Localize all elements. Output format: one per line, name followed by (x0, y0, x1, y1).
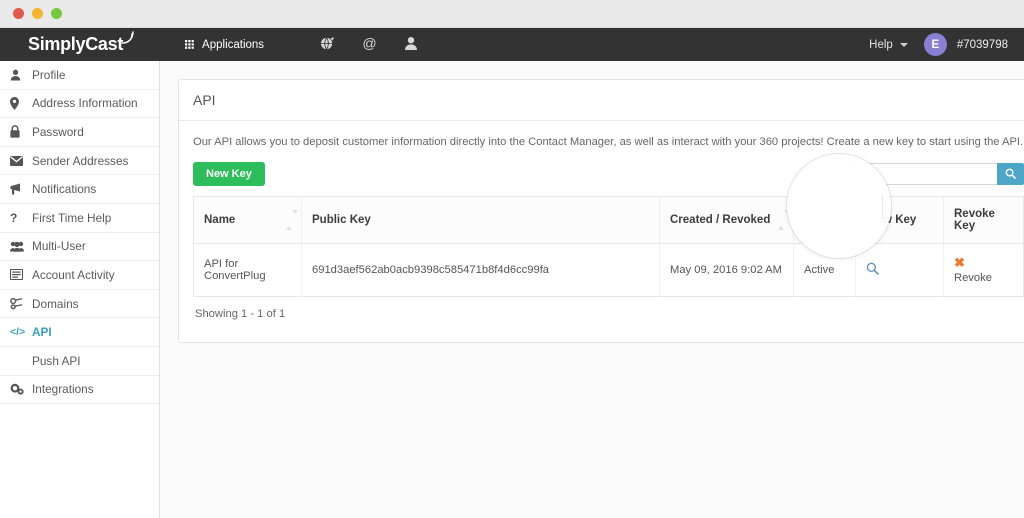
column-label: View Key (866, 213, 917, 226)
logo-swoosh-icon (121, 31, 134, 44)
avatar[interactable]: E (923, 33, 947, 56)
cell-created-revoked: May 09, 2016 9:02 AM (659, 243, 794, 297)
code-icon: </> (10, 326, 26, 339)
minimize-window-button[interactable] (32, 8, 43, 19)
applications-menu[interactable]: Applications (185, 39, 264, 51)
sidebar-item-push-api[interactable]: Push API (0, 347, 159, 376)
page-title: API (193, 92, 216, 108)
sidebar-item-notifications[interactable]: Notifications (0, 175, 159, 204)
magnifier-icon[interactable] (866, 262, 879, 278)
sidebar-item-sender-addresses[interactable]: Sender Addresses (0, 147, 159, 176)
column-header-public-key[interactable]: Public Key (301, 196, 660, 244)
revoke-x-icon[interactable]: ✖ (954, 255, 1013, 271)
close-window-button[interactable] (13, 8, 24, 19)
card-body: Our API allows you to deposit customer i… (179, 121, 1024, 342)
pagination-summary: Showing 1 - 1 of 1 (195, 308, 286, 321)
sidebar-item-password[interactable]: Password (0, 118, 159, 147)
column-label: Name (204, 213, 236, 226)
sidebar-item-profile[interactable]: Profile (0, 61, 159, 90)
link-icon (10, 297, 27, 310)
account-number: #7039798 (956, 38, 1008, 51)
sidebar-item-label: Push API (32, 353, 81, 368)
at-icon[interactable]: @ (362, 35, 377, 54)
user-icon (10, 69, 27, 81)
main-content: API Our API allows you to deposit custom… (160, 61, 1024, 518)
search-group (845, 162, 1024, 185)
maximize-window-button[interactable] (51, 8, 62, 19)
brand-text: SimplyCast (28, 34, 124, 54)
sidebar-item-label: Address Information (32, 96, 138, 111)
table-toolbar: New Key (193, 161, 1024, 186)
window-chrome (0, 0, 1024, 28)
sidebar-item-integrations[interactable]: Integrations (0, 376, 159, 405)
sidebar-item-first-time-help[interactable]: ? First Time Help (0, 204, 159, 233)
simplycast-logo[interactable]: SimplyCast (28, 31, 134, 55)
top-navigation-bar: SimplyCast Applications @ Help E #703979… (0, 28, 1024, 61)
sidebar-item-multi-user[interactable]: Multi-User (0, 233, 159, 262)
cell-name: API for ConvertPlug (193, 243, 302, 297)
cell-revoke-key[interactable]: ✖ Revoke (943, 243, 1024, 297)
gears-icon (10, 383, 27, 395)
sidebar-item-address-information[interactable]: Address Information (0, 90, 159, 119)
api-card: API Our API allows you to deposit custom… (178, 79, 1024, 344)
globe-icon[interactable] (320, 36, 335, 54)
column-header-status[interactable]: Status (793, 196, 856, 244)
sidebar-item-label: API (32, 325, 52, 340)
lock-icon (10, 125, 27, 139)
search-icon (1005, 168, 1016, 180)
sort-arrows-icon[interactable] (286, 209, 298, 230)
sidebar-item-label: Account Activity (32, 267, 115, 282)
sidebar-item-label: Integrations (32, 382, 94, 397)
sidebar-item-label: Password (32, 124, 84, 139)
cell-public-key: 691d3aef562ab0acb9398c585471b8f4d6cc99fa (301, 243, 660, 297)
column-header-created-revoked[interactable]: Created / Revoked (659, 196, 794, 244)
column-label: Public Key (312, 213, 371, 226)
user-icon[interactable] (404, 36, 418, 54)
table-row: API for ConvertPlug 691d3aef562ab0acb939… (193, 243, 1024, 297)
column-header-view-key[interactable]: View Key (855, 196, 944, 244)
column-label: Created / Revoked (670, 213, 771, 226)
top-nav-right-group: Help E #7039798 (869, 33, 1008, 56)
sort-arrows-icon[interactable] (778, 209, 790, 230)
help-menu[interactable]: Help (869, 39, 893, 51)
table-header-row: Name Public Key Created / Revoked Status… (193, 196, 1024, 244)
search-input[interactable] (845, 162, 997, 185)
cell-status: Active (793, 243, 856, 297)
users-icon (10, 241, 27, 252)
top-nav-icon-group: @ (320, 35, 418, 54)
sidebar-item-label: Multi-User (32, 239, 86, 254)
sidebar-item-label: Profile (32, 67, 66, 82)
sidebar-item-account-activity[interactable]: Account Activity (0, 261, 159, 290)
applications-label: Applications (202, 38, 265, 51)
svg-text:@: @ (362, 36, 376, 51)
browser-window: SimplyCast Applications @ Help E #703979… (0, 0, 1024, 518)
sidebar-item-domains[interactable]: Domains (0, 290, 159, 319)
sidebar: Profile Address Information Password Sen… (0, 61, 160, 518)
page-body: Profile Address Information Password Sen… (0, 61, 1024, 518)
grid-icon (185, 40, 194, 49)
map-pin-icon (10, 96, 27, 110)
cell-view-key[interactable] (855, 243, 944, 297)
sidebar-item-label: First Time Help (32, 210, 112, 225)
megaphone-icon (10, 183, 27, 195)
list-icon (10, 269, 27, 281)
new-key-button[interactable]: New Key (193, 161, 265, 186)
envelope-icon (10, 155, 27, 166)
sidebar-item-api[interactable]: </> API (0, 318, 159, 347)
sidebar-item-label: Sender Addresses (32, 153, 129, 168)
column-header-revoke-key[interactable]: Revoke Key (943, 196, 1024, 244)
column-header-name[interactable]: Name (193, 196, 302, 244)
search-button[interactable] (997, 162, 1024, 185)
sidebar-item-label: Domains (32, 296, 79, 311)
card-header: API (179, 80, 1024, 121)
revoke-label[interactable]: Revoke (954, 272, 992, 284)
chevron-down-icon[interactable] (899, 42, 908, 47)
sidebar-item-label: Notifications (32, 182, 97, 197)
question-mark-icon: ? (10, 210, 18, 225)
column-label: Revoke Key (954, 207, 995, 232)
api-description: Our API allows you to deposit customer i… (193, 136, 1024, 148)
api-keys-table: Name Public Key Created / Revoked Status… (193, 195, 1024, 298)
column-label: Status (804, 213, 840, 226)
